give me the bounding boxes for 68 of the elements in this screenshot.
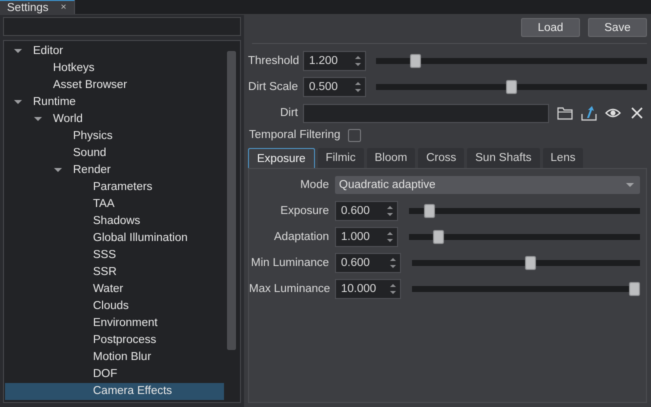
spinner-arrows-icon[interactable] [354,55,362,67]
field-label: Exposure [279,204,329,218]
field-label: Min Luminance [250,256,329,270]
field-label: Mode [299,178,329,192]
tree-item[interactable]: Editor [5,43,224,60]
tree-item[interactable]: Asset Browser [5,77,224,94]
scrollbar[interactable] [227,51,236,350]
search-field[interactable] [3,17,241,36]
tree-item[interactable]: SSR [5,264,224,281]
tree-item[interactable]: Sound [5,145,224,162]
number-field[interactable]: 10.000 [335,279,401,299]
number-field[interactable]: 0.500 [303,77,366,97]
tree-item[interactable]: Shadows [5,213,224,230]
tab[interactable]: Filmic [318,148,364,168]
tree-item[interactable]: Physics [5,128,224,145]
folder-icon[interactable] [557,105,573,121]
number-field[interactable]: 0.600 [335,201,398,221]
field-label: Dirt Scale [248,80,298,94]
spinner-arrows-icon[interactable] [354,81,362,93]
tab[interactable]: Sun Shafts [467,148,540,168]
mode-dropdown[interactable]: Quadratic adaptive [335,176,640,194]
number-field[interactable]: 1.000 [335,227,398,247]
export-arrow-icon[interactable] [581,105,597,121]
slider-thumb[interactable] [506,80,517,94]
dropdown-caret-icon [626,183,634,187]
number-field[interactable]: 1.200 [303,51,366,71]
tab[interactable]: Lens [542,148,584,168]
slider-thumb[interactable] [433,230,444,244]
tab-title: Settings [7,2,49,14]
tree-item[interactable]: Render [5,162,224,179]
tree-item[interactable]: Runtime [5,94,224,111]
tree-item[interactable]: DOF [5,366,224,383]
tree-item[interactable]: TAA [5,196,224,213]
tree-item[interactable]: SSS [5,247,224,264]
slider-thumb[interactable] [424,204,436,218]
tree-item[interactable]: Environment [5,315,224,332]
tree-item[interactable]: Postprocess [5,332,224,349]
tree-item[interactable]: Parameters [5,179,224,196]
save-button[interactable]: Save [588,18,647,37]
number-field[interactable]: 0.600 [335,253,401,273]
spinner-arrows-icon[interactable] [386,231,394,243]
field-label: Adaptation [273,230,329,244]
tab[interactable]: Exposure [248,148,315,168]
tab[interactable]: Bloom [366,148,416,168]
file-path-field[interactable] [303,104,549,122]
close-icon[interactable] [629,105,645,121]
field-label: Max Luminance [249,282,329,296]
spinner-arrows-icon[interactable] [389,283,397,295]
tree-item[interactable]: Motion Blur [5,349,224,366]
spinner-arrows-icon[interactable] [386,205,394,217]
tree-item[interactable]: Camera Effects [5,383,224,400]
load-button[interactable]: Load [521,18,580,37]
tree-item[interactable]: Water [5,281,224,298]
tab[interactable]: Cross [418,148,464,168]
tree-item[interactable]: Hotkeys [5,60,224,77]
spinner-arrows-icon[interactable] [389,257,397,269]
slider-thumb[interactable] [410,54,421,68]
tree-item[interactable]: World [5,111,224,128]
slider-thumb[interactable] [524,256,536,270]
tree-item[interactable]: Global Illumination [5,230,224,247]
close-button[interactable]: × [60,2,66,13]
field-label: Dirt [279,106,298,120]
field-label: Temporal Filtering [248,128,340,142]
slider-thumb[interactable] [629,282,640,296]
tree-item[interactable]: Clouds [5,298,224,315]
settings-tab[interactable]: Settings × [0,0,76,14]
field-label: Threshold [248,54,298,68]
checkbox[interactable] [348,128,362,142]
